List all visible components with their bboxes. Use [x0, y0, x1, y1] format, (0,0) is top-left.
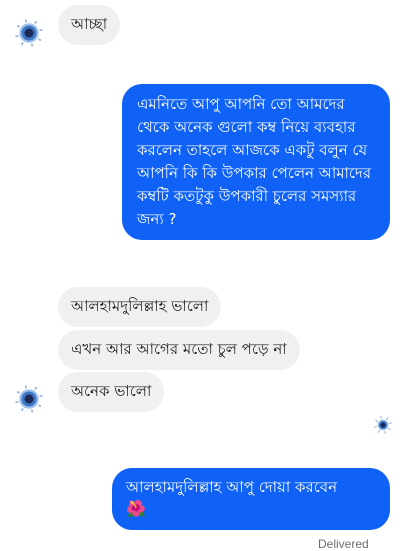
message-text: এমনিতে আপু আপনি তো আমদের থেকে অনেক গুলো … — [137, 95, 372, 228]
hibiscus-emoji-icon: 🌺 — [126, 499, 146, 518]
message-text: অনেক ভালো — [71, 382, 152, 400]
message-bubble-outgoing[interactable]: আলহামদুলিল্লাহ আপু দোয়া করবেন 🌺 — [112, 468, 390, 530]
delivery-status: Delivered — [318, 537, 369, 551]
seen-avatar-icon — [374, 416, 392, 434]
message-bubble-outgoing[interactable]: এমনিতে আপু আপনি তো আমদের থেকে অনেক গুলো … — [122, 84, 390, 240]
message-text: এখন আর আগের মতো চুল পড়ে না — [71, 340, 287, 358]
message-text: আচ্ছা — [71, 15, 108, 33]
message-bubble-incoming[interactable]: এখন আর আগের মতো চুল পড়ে না — [58, 330, 300, 370]
message-bubble-incoming[interactable]: আলহামদুলিল্লাহ ভালো — [58, 287, 222, 327]
message-text: আলহামদুলিল্লাহ ভালো — [71, 297, 209, 315]
contact-avatar-icon[interactable] — [15, 19, 43, 47]
contact-avatar-icon[interactable] — [15, 385, 43, 413]
message-bubble-incoming[interactable]: অনেক ভালো — [58, 372, 165, 412]
message-bubble-incoming[interactable]: আচ্ছা — [58, 5, 121, 45]
message-text: আলহামদুলিল্লাহ আপু দোয়া করবেন — [126, 478, 338, 496]
